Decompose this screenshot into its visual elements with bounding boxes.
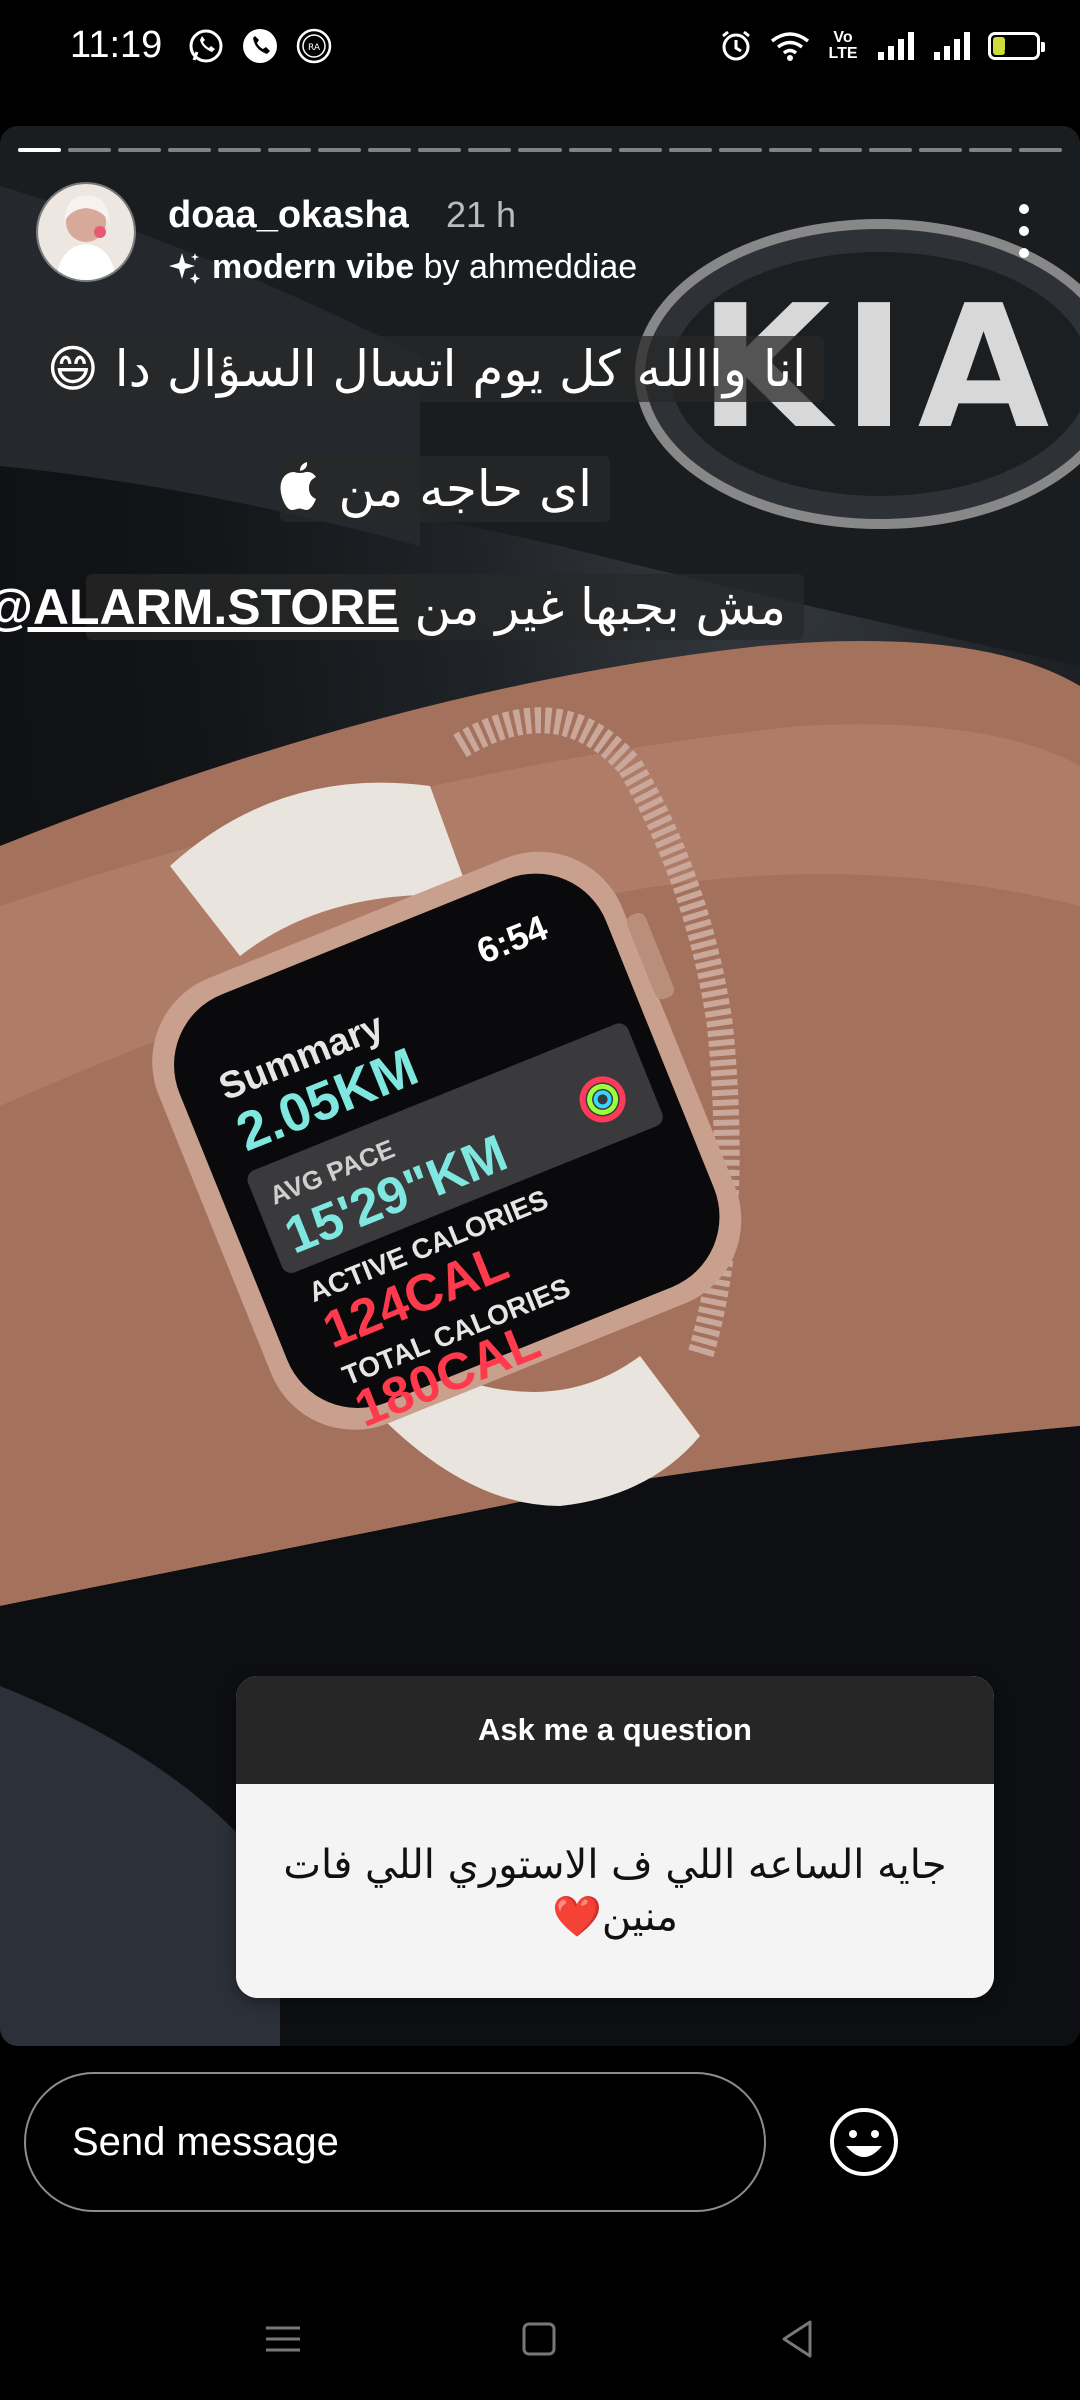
status-time: 11:19 [70, 24, 163, 66]
story-progress [18, 148, 1062, 152]
progress-segment [168, 148, 212, 152]
send-message-input[interactable]: Send message [24, 2072, 766, 2212]
progress-segment [18, 148, 62, 152]
wifi-icon [770, 32, 810, 61]
question-header: Ask me a question [236, 1676, 994, 1784]
caption-line-3-text: مش بجبها غير من [398, 578, 786, 636]
avatar[interactable] [36, 182, 136, 282]
progress-segment [118, 148, 162, 152]
progress-segment [468, 148, 512, 152]
story-viewer[interactable]: KIA 6:54 Summary 2.05KM AVG PACE 15'29"K… [0, 126, 1080, 2046]
progress-segment [218, 148, 262, 152]
status-bar: 11:19 RA Vo LTE 25 [0, 0, 1080, 100]
caption-line-1: انا واالله كل يوم اتسال السؤال دا 😄 [44, 336, 824, 402]
apple-logo-icon [280, 462, 316, 510]
caption-line-2: اى حاجه من [280, 456, 610, 522]
progress-segment [1018, 148, 1062, 152]
smiley-icon[interactable] [828, 2106, 900, 2178]
story-time-ago: 21 h [446, 194, 517, 235]
progress-segment [68, 148, 112, 152]
system-icons: Vo LTE 25 [718, 28, 1045, 64]
app-badge-icon: RA [296, 28, 332, 64]
store-mention-link[interactable]: @ALARM.STORE [0, 579, 399, 635]
progress-segment [668, 148, 712, 152]
alarm-icon [722, 30, 750, 61]
battery-level: 25 [1003, 35, 1025, 56]
progress-segment [968, 148, 1012, 152]
music-name: modern vibe [212, 248, 415, 286]
caption-line-3: مش بجبها غير من @ALARM.STORE [0, 574, 804, 640]
progress-segment [368, 148, 412, 152]
progress-segment [618, 148, 662, 152]
music-attribution[interactable]: modern vibe by ahmeddiae [168, 248, 637, 287]
system-nav-bar [0, 2280, 1080, 2400]
watch-time: 6:54 [471, 907, 553, 972]
more-vertical-icon[interactable] [1004, 196, 1044, 266]
caption-line-2-text: اى حاجه من [322, 460, 592, 518]
story-username[interactable]: doaa_okasha [168, 194, 409, 237]
phone-call-icon [243, 29, 277, 63]
progress-segment [868, 148, 912, 152]
home-nav-icon[interactable] [514, 2314, 564, 2364]
volte-indicator: Vo LTE [828, 29, 858, 62]
story-header: doaa_okasha 21 h modern vibe by ahmeddia… [36, 182, 1044, 292]
notification-icons: RA [186, 26, 334, 66]
menu-nav-icon[interactable] [258, 2314, 308, 2364]
music-author: by ahmeddiae [414, 248, 638, 286]
question-answer: جايه الساعه اللي ف الاستوري اللي فات مني… [236, 1784, 994, 1998]
progress-segment [718, 148, 762, 152]
svg-text:RA: RA [308, 43, 321, 53]
progress-segment [818, 148, 862, 152]
signal-icon-1 [878, 32, 914, 60]
back-nav-icon[interactable] [772, 2314, 822, 2364]
sparkle-icon [169, 252, 200, 284]
signal-icon-2 [934, 32, 970, 60]
progress-segment [768, 148, 812, 152]
question-sticker[interactable]: Ask me a question جايه الساعه اللي ف الا… [236, 1676, 994, 1998]
battery-indicator: 25 [988, 32, 1045, 60]
whatsapp-icon [189, 29, 223, 63]
progress-segment [318, 148, 362, 152]
progress-segment [418, 148, 462, 152]
progress-segment [568, 148, 612, 152]
progress-segment [518, 148, 562, 152]
progress-segment [268, 148, 312, 152]
progress-segment [918, 148, 962, 152]
